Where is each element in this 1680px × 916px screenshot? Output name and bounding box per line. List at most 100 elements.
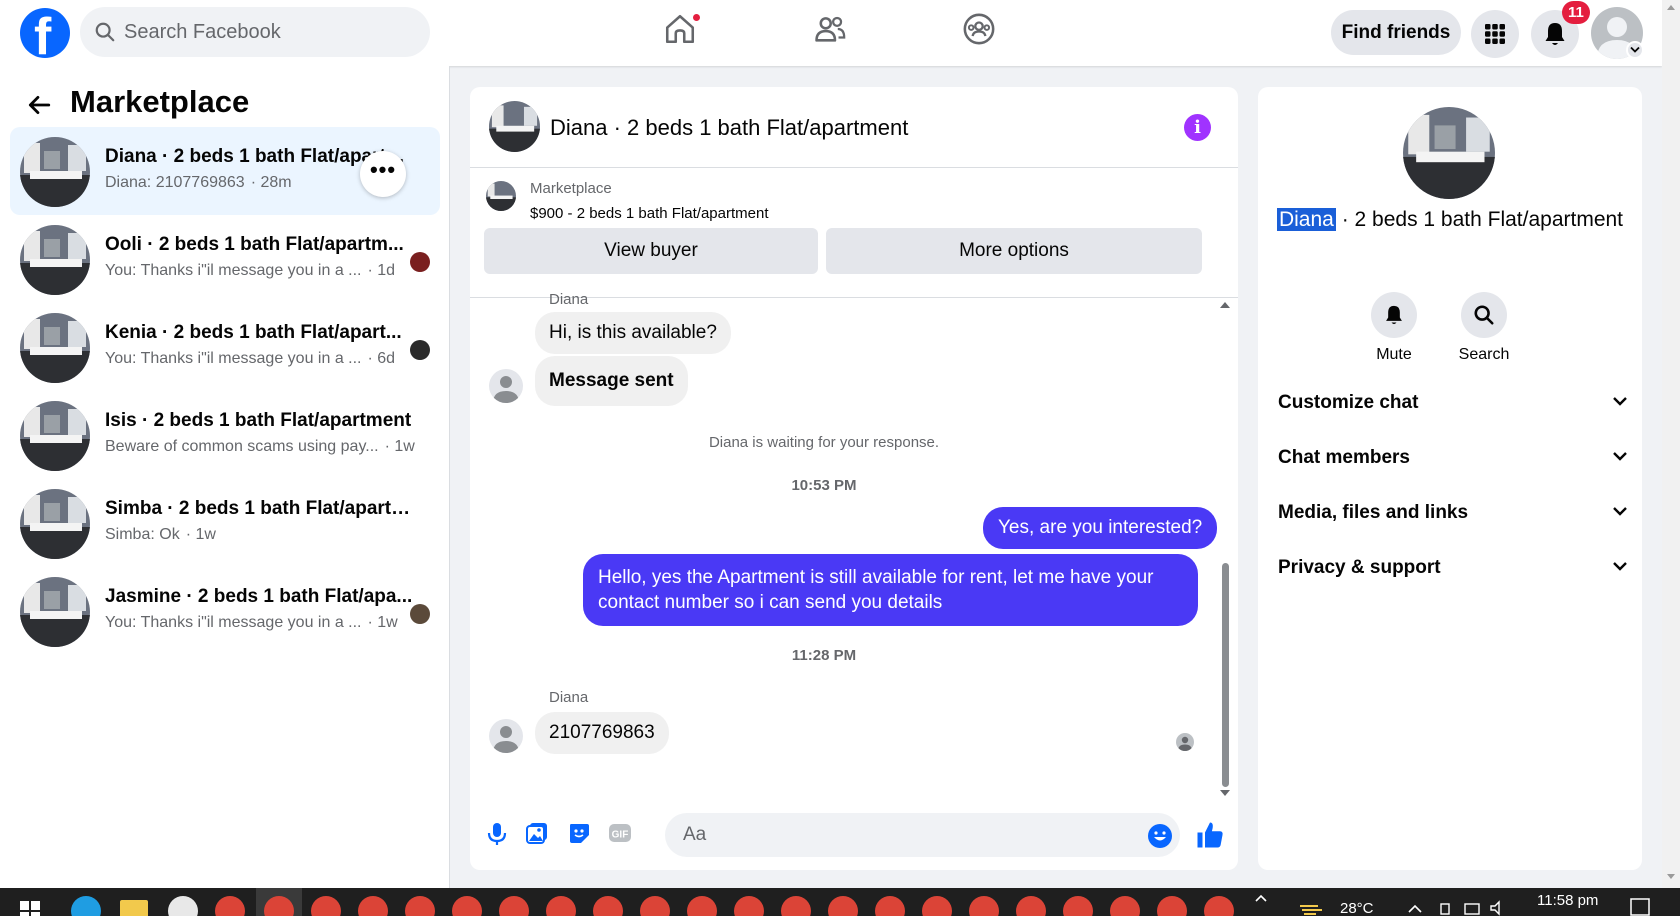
section-label: Chat members: [1278, 447, 1410, 468]
windows-start-icon[interactable]: [20, 901, 40, 916]
search-input[interactable]: [124, 7, 414, 57]
listing-price-title[interactable]: $900 - 2 beds 1 bath Flat/apartment: [530, 205, 768, 222]
chrome-taskbar-icon[interactable]: [215, 896, 245, 916]
chrome-taskbar-icon[interactable]: [405, 896, 435, 916]
chrome-taskbar-icon[interactable]: [546, 896, 576, 916]
grid-menu-icon: [1485, 24, 1505, 44]
photo-gallery-icon[interactable]: [525, 821, 549, 845]
marketplace-label: Marketplace: [530, 180, 612, 197]
groups-icon[interactable]: [962, 12, 996, 46]
media-files-links-row[interactable]: Media, files and links: [1278, 493, 1628, 533]
chrome-taskbar-icon[interactable]: [1204, 896, 1234, 916]
incoming-message[interactable]: Message sent: [535, 356, 688, 406]
message-input[interactable]: [665, 813, 1180, 857]
chrome-taskbar-icon[interactable]: [1157, 896, 1187, 916]
find-friends-button[interactable]: Find friends: [1331, 10, 1461, 55]
chat-title[interactable]: Diana · 2 beds 1 bath Flat/apartment: [550, 115, 908, 141]
chat-panel: Diana · 2 beds 1 bath Flat/apartment i M…: [470, 87, 1238, 870]
conversation-title: Isis · 2 beds 1 bath Flat/apartment: [105, 410, 412, 431]
outgoing-message[interactable]: Hello, yes the Apartment is still availa…: [583, 554, 1198, 626]
conversation-details-panel: Diana · 2 beds 1 bath Flat/apartment Mut…: [1258, 87, 1642, 870]
edge-taskbar-icon[interactable]: [71, 896, 101, 916]
conversation-item-kenia[interactable]: Kenia · 2 beds 1 bath Flat/apart... You:…: [10, 303, 440, 391]
notification-center-icon[interactable]: [1630, 898, 1650, 916]
chrome-taskbar-icon[interactable]: [358, 896, 388, 916]
search-icon: [1474, 305, 1494, 325]
chat-header: Diana · 2 beds 1 bath Flat/apartment i: [470, 87, 1238, 168]
chrome-taskbar-icon[interactable]: [499, 896, 529, 916]
account-menu-chevron[interactable]: [1626, 41, 1644, 59]
more-options-button[interactable]: •••: [360, 151, 406, 197]
friends-icon[interactable]: [813, 12, 847, 46]
app-taskbar-icon[interactable]: [168, 896, 198, 916]
window-scrollbar[interactable]: [1662, 0, 1680, 888]
buyer-avatar: [410, 604, 430, 624]
listing-title-text: · 2 beds 1 bath Flat/apartment: [1341, 208, 1624, 231]
listing-thumbnail: [20, 401, 90, 471]
top-navigation-bar: f Find friends 11: [0, 0, 1662, 66]
home-notification-dot: [691, 12, 702, 23]
chrome-taskbar-icon[interactable]: [922, 896, 952, 916]
conversation-item-isis[interactable]: Isis · 2 beds 1 bath Flat/apartment Bewa…: [10, 391, 440, 479]
timestamp: 10:53 PM: [791, 477, 857, 494]
chat-scroll-thumb[interactable]: [1222, 563, 1229, 787]
incoming-message[interactable]: 2107769863: [535, 712, 669, 754]
chrome-taskbar-icon[interactable]: [875, 896, 905, 916]
sidebar-title: Marketplace: [70, 84, 250, 119]
notification-count-badge: 11: [1562, 1, 1590, 24]
search-box[interactable]: [80, 7, 430, 57]
chrome-taskbar-icon[interactable]: [828, 896, 858, 916]
system-tray-icons[interactable]: [1405, 898, 1505, 916]
section-label: Privacy & support: [1278, 557, 1441, 578]
taskbar-overflow-chevron-icon[interactable]: [1255, 894, 1267, 902]
chrome-taskbar-icon[interactable]: [593, 896, 623, 916]
marketplace-sidebar: Marketplace Diana · 2 beds 1 bath Flat/a…: [0, 66, 450, 888]
sticker-icon[interactable]: [567, 821, 591, 845]
mute-action[interactable]: Mute: [1349, 292, 1439, 364]
chrome-taskbar-icon[interactable]: [781, 896, 811, 916]
conversation-item-diana[interactable]: Diana · 2 beds 1 bath Flat/apartment Dia…: [10, 127, 440, 215]
chrome-taskbar-icon[interactable]: [734, 896, 764, 916]
conversation-time: · 1d: [367, 262, 396, 279]
listing-thumbnail: [20, 313, 90, 383]
conversation-item-ooli[interactable]: Ooli · 2 beds 1 bath Flat/apartm... You:…: [10, 215, 440, 303]
back-arrow-icon[interactable]: [26, 92, 52, 118]
conversation-time: · 1w: [384, 438, 415, 455]
emoji-icon[interactable]: [1147, 823, 1173, 849]
more-options-button[interactable]: More options: [826, 228, 1202, 274]
customize-chat-row[interactable]: Customize chat: [1278, 383, 1628, 423]
privacy-support-row[interactable]: Privacy & support: [1278, 548, 1628, 588]
search-action[interactable]: Search: [1439, 292, 1529, 364]
conversation-item-jasmine[interactable]: Jasmine · 2 beds 1 bath Flat/apa... You:…: [10, 567, 440, 655]
listing-avatar[interactable]: [489, 101, 540, 152]
listing-profile-image[interactable]: [1403, 107, 1495, 199]
thumbs-up-icon[interactable]: [1195, 820, 1225, 850]
chrome-taskbar-icon[interactable]: [969, 896, 999, 916]
conversation-item-simba[interactable]: Simba · 2 beds 1 bath Flat/apartm... Sim…: [10, 479, 440, 567]
facebook-logo[interactable]: f: [20, 8, 70, 58]
weather-icon[interactable]: [1298, 896, 1326, 916]
chrome-taskbar-icon[interactable]: [687, 896, 717, 916]
conversation-title: Jasmine · 2 beds 1 bath Flat/apa...: [105, 586, 413, 607]
chrome-taskbar-icon[interactable]: [311, 896, 341, 916]
message-composer: GIF: [470, 799, 1238, 870]
info-icon[interactable]: i: [1184, 114, 1211, 141]
mute-label: Mute: [1376, 346, 1412, 363]
incoming-message[interactable]: Hi, is this available?: [535, 312, 731, 354]
chrome-taskbar-icon[interactable]: [452, 896, 482, 916]
chrome-taskbar-icon[interactable]: [1110, 896, 1140, 916]
menu-button[interactable]: [1471, 10, 1519, 58]
chrome-taskbar-icon[interactable]: [1063, 896, 1093, 916]
chrome-taskbar-icon[interactable]: [1016, 896, 1046, 916]
scroll-down-arrow-icon[interactable]: [1666, 873, 1676, 881]
outgoing-message[interactable]: Yes, are you interested?: [983, 507, 1218, 549]
chat-members-row[interactable]: Chat members: [1278, 438, 1628, 478]
chevron-down-icon: [1613, 452, 1627, 461]
gif-icon[interactable]: GIF: [608, 821, 632, 845]
view-buyer-button[interactable]: View buyer: [484, 228, 818, 274]
chrome-taskbar-icon[interactable]: [640, 896, 670, 916]
microphone-icon[interactable]: [486, 821, 508, 847]
scroll-up-arrow-icon[interactable]: [1666, 3, 1676, 11]
clock-time: 11:58 pm: [1537, 892, 1599, 909]
file-explorer-taskbar-icon[interactable]: [120, 900, 148, 916]
